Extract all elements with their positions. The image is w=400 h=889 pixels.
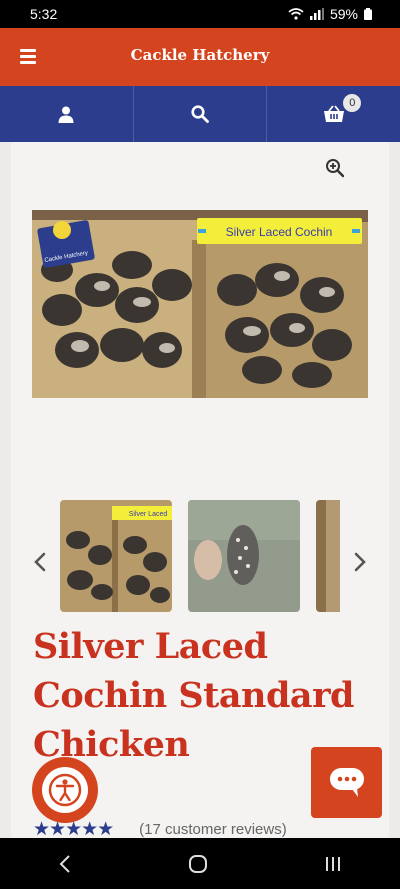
thumbnail-1[interactable]: Silver Laced (60, 500, 172, 612)
thumbnail-3[interactable] (316, 500, 340, 612)
thumbnail-prev-button[interactable] (30, 548, 50, 576)
review-count-link[interactable]: (17 customer reviews) (139, 821, 287, 838)
chevron-right-icon (354, 552, 366, 572)
thumbnail-strip: Silver Laced (60, 500, 340, 612)
product-main-image[interactable]: Silver Laced Cochin Cackle Hatchery (32, 210, 368, 398)
system-navigation-bar (0, 838, 400, 889)
brand-title[interactable]: Cackle Hatchery (0, 46, 400, 64)
cart-button[interactable]: 0 (266, 86, 400, 142)
chat-icon (329, 767, 364, 797)
user-icon (58, 106, 74, 123)
chat-button[interactable] (311, 747, 382, 818)
nav-bar: 0 (0, 86, 400, 142)
back-icon[interactable] (58, 854, 72, 874)
status-time: 5:32 (30, 6, 58, 22)
status-icons: 59% (288, 6, 372, 22)
battery-percent: 59% (329, 6, 358, 22)
cart-icon (323, 105, 344, 122)
chevron-left-icon (34, 552, 46, 572)
status-bar: 5:32 59% (0, 0, 400, 28)
home-icon[interactable] (188, 854, 208, 874)
cart-count-badge: 0 (343, 94, 362, 112)
search-button[interactable] (132, 86, 267, 142)
wifi-icon (288, 8, 304, 20)
zoom-in-icon (326, 159, 345, 178)
zoom-button[interactable] (320, 152, 350, 184)
thumbnail-next-button[interactable] (350, 548, 370, 576)
battery-icon (364, 8, 372, 20)
accessibility-button[interactable] (32, 757, 98, 823)
thumbnail-2[interactable] (188, 500, 300, 612)
thumb-banner-text: Silver Laced (129, 511, 168, 518)
image-banner-text: Silver Laced Cochin (226, 225, 333, 239)
account-button[interactable] (0, 86, 133, 142)
recent-apps-icon[interactable] (324, 855, 342, 873)
app-header: Cackle Hatchery (0, 28, 400, 86)
search-icon (191, 105, 209, 123)
chick-photo: Silver Laced Cochin Cackle Hatchery (32, 210, 368, 398)
accessibility-icon (48, 773, 82, 807)
signal-icon (309, 8, 324, 20)
